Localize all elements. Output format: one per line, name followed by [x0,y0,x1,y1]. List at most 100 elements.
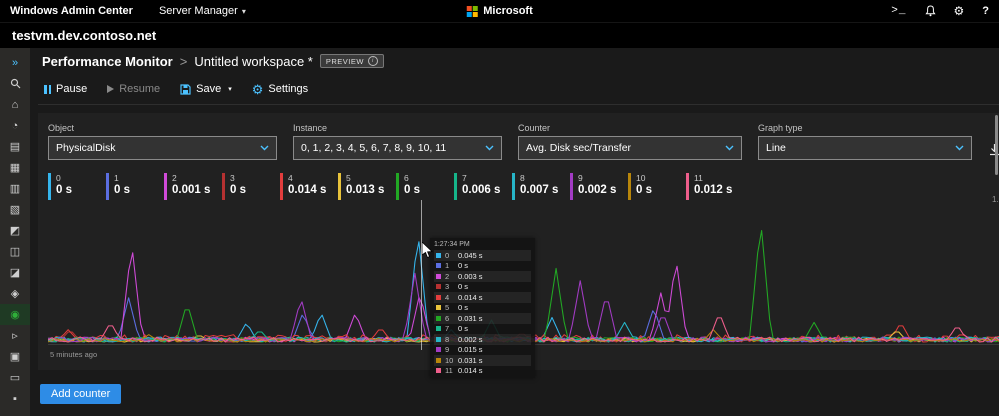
chevron-down-icon [955,145,964,151]
legend-value: 0 s [636,183,652,198]
counter-control: Counter Avg. Disk sec/Transfer [518,123,742,160]
object-label: Object [48,123,277,133]
sidebar-item-local-users-groups[interactable]: ◪ [0,262,30,283]
sidebar-item-azure-hybrid[interactable]: ◔ [0,115,30,136]
tooltip-series-id: 7 [445,324,458,333]
settings-label: Settings [268,83,308,95]
breadcrumb-tool[interactable]: Performance Monitor [42,54,173,69]
tooltip-color-swatch [436,316,441,321]
save-button[interactable]: Save ▾ [180,83,232,95]
sidebar-item-devices[interactable]: ▦ [0,157,30,178]
legend-item[interactable]: 6 0 s [396,173,454,200]
legend-color-bar [570,173,573,200]
legend-item[interactable]: 10 0 s [628,173,686,200]
breadcrumb-separator: > [180,54,188,69]
legend-color-bar [48,173,51,200]
tooltip-series-value: 0.002 s [458,335,483,344]
add-counter-button[interactable]: Add counter [40,384,121,404]
legend-color-bar [628,173,631,200]
legend-item[interactable]: 4 0.014 s [280,173,338,200]
sidebar-item-events[interactable]: ▥ [0,178,30,199]
legend-instance-id: 10 [636,173,652,183]
tooltip-series-id: 9 [445,345,458,354]
tooltip-series-id: 0 [445,251,458,260]
sidebar-expand-chevron-icon[interactable]: » [0,52,30,73]
sidebar-item-firewall[interactable]: ◩ [0,220,30,241]
legend-value: 0.012 s [694,183,732,198]
server-manager-menu[interactable]: Server Manager ▾ [159,5,246,17]
search-icon[interactable] [0,73,30,94]
sidebar-item-certificates[interactable]: ▤ [0,136,30,157]
preview-badge-label: PREVIEW [326,57,364,66]
legend-instance-id: 9 [578,173,616,183]
legend-value: 0.014 s [288,183,326,198]
object-dropdown[interactable]: PhysicalDisk [48,136,277,160]
object-value: PhysicalDisk [56,142,116,154]
legend: 0 0 s 1 0 s 2 0.001 s 3 0 s 4 0.014 s [48,173,999,200]
connection-host-bar: testvm.dev.contoso.net [0,22,999,48]
legend-color-bar [164,173,167,200]
mouse-cursor [422,242,434,259]
pause-icon [44,85,51,94]
legend-instance-id: 0 [56,173,72,183]
legend-value: 0.013 s [346,183,384,198]
tooltip-color-swatch [436,284,441,289]
tooltip-series-value: 0.031 s [458,356,483,365]
tooltip-row: 2 0.003 s [434,271,531,282]
tooltip-color-swatch [436,337,441,342]
legend-item[interactable]: 1 0 s [106,173,164,200]
tooltip-series-id: 2 [445,272,458,281]
chart-area[interactable]: 1.079 5 minutes ago Now 1:27:34 PM 0 0.0… [48,206,999,360]
scrollbar-thumb[interactable] [995,115,998,175]
pause-button[interactable]: Pause [44,83,87,95]
settings-gear-icon[interactable]: ⚙ [954,4,965,18]
legend-item[interactable]: 9 0.002 s [570,173,628,200]
graph-type-control: Graph type Line [758,123,972,160]
sidebar-item-overview[interactable]: ⌂ [0,94,30,115]
sidebar-item-performance-monitor[interactable]: ◉ [0,304,30,325]
tooltip-color-swatch [436,368,441,373]
tooltip-color-swatch [436,305,441,310]
sidebar-item-files[interactable]: ▧ [0,199,30,220]
tooltip-series-value: 0.015 s [458,345,483,354]
tooltip-row: 7 0 s [434,324,531,335]
legend-instance-id: 4 [288,173,326,183]
tooltip-series-value: 0.031 s [458,314,483,323]
help-icon[interactable]: ? [982,5,989,17]
legend-item[interactable]: 11 0.012 s [686,173,744,200]
legend-value: 0 s [56,183,72,198]
legend-color-bar [396,173,399,200]
counter-dropdown[interactable]: Avg. Disk sec/Transfer [518,136,742,160]
legend-item[interactable]: 3 0 s [222,173,280,200]
legend-value: 0.001 s [172,183,210,198]
legend-instance-id: 2 [172,173,210,183]
settings-button[interactable]: ⚙ Settings [252,83,308,96]
sidebar-item-networks[interactable]: ◈ [0,283,30,304]
tooltip-series-id: 10 [445,356,458,365]
sidebar-item-registry[interactable]: ▭ [0,367,30,388]
tooltip-row: 9 0.015 s [434,345,531,356]
sidebar-item-processes[interactable]: ▣ [0,346,30,367]
legend-value: 0 s [404,183,420,198]
legend-item[interactable]: 8 0.007 s [512,173,570,200]
preview-badge: PREVIEW i [320,54,384,68]
legend-instance-id: 3 [230,173,246,183]
tooltip-series-value: 0.045 s [458,251,483,260]
graph-type-dropdown[interactable]: Line [758,136,972,160]
legend-instance-id: 11 [694,173,732,183]
legend-color-bar [686,173,689,200]
sidebar-item-installed-apps[interactable]: ◫ [0,241,30,262]
powershell-console-icon[interactable]: >_ [891,5,906,17]
instance-dropdown[interactable]: 0, 1, 2, 3, 4, 5, 6, 7, 8, 9, 10, 11 [293,136,502,160]
legend-value: 0.007 s [520,183,558,198]
sidebar-item-powershell[interactable]: ▹ [0,325,30,346]
resume-icon [107,85,114,93]
chart-ymax-label: 1.079 [992,195,999,204]
notifications-bell-icon[interactable] [925,5,936,17]
legend-item[interactable]: 2 0.001 s [164,173,222,200]
legend-item[interactable]: 0 0 s [48,173,106,200]
legend-item[interactable]: 7 0.006 s [454,173,512,200]
resume-button[interactable]: Resume [107,83,160,95]
sidebar-item-services[interactable]: ▪ [0,388,30,409]
legend-item[interactable]: 5 0.013 s [338,173,396,200]
